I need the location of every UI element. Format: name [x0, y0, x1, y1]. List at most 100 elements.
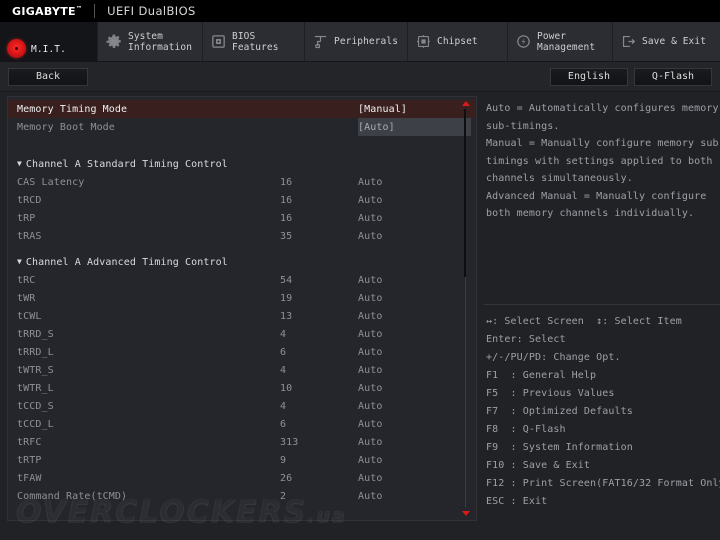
settings-row-option[interactable]: Auto: [358, 419, 382, 430]
settings-row-current-value: 16: [280, 212, 293, 224]
tab-system-information[interactable]: System Information: [98, 22, 203, 61]
chevron-down-icon: ▼: [17, 158, 22, 168]
settings-group-header[interactable]: ▼ Channel A Advanced Timing Control: [8, 253, 476, 271]
key-legend-line: F12 : Print Screen(FAT16/32 Format Only): [486, 478, 720, 489]
settings-row-option[interactable]: Auto: [358, 195, 382, 206]
settings-row-option[interactable]: Auto: [358, 473, 382, 484]
tab-save-and-exit[interactable]: Save & Exit: [613, 22, 720, 61]
settings-row[interactable]: CAS Latency 16 Auto: [8, 173, 476, 191]
settings-row-option[interactable]: Auto: [358, 231, 382, 242]
key-legend: ↔: Select Screen ↕: Select Item Enter: Se…: [484, 305, 720, 511]
settings-row[interactable]: tRRD_L 6 Auto: [8, 343, 476, 361]
settings-row[interactable]: tWTR_S 4 Auto: [8, 361, 476, 379]
settings-row-label: CAS Latency: [17, 176, 85, 188]
key-legend-line: +/-/PU/PD: Change Opt.: [486, 352, 621, 363]
scroll-down-arrow-icon[interactable]: [462, 511, 470, 516]
tab-peripherals[interactable]: Peripherals: [305, 22, 408, 61]
settings-row-label: tRCD: [17, 194, 42, 206]
settings-row-current-value: 2: [280, 490, 287, 502]
settings-row-option[interactable]: Auto: [358, 213, 382, 224]
settings-row[interactable]: Memory Timing Mode [Manual]: [8, 100, 476, 118]
settings-row[interactable]: tWTR_L 10 Auto: [8, 379, 476, 397]
settings-row[interactable]: Command Rate(tCMD) 2 Auto: [8, 487, 476, 505]
settings-row[interactable]: tRC 54 Auto: [8, 271, 476, 289]
lightning-icon: [517, 35, 530, 48]
scroll-up-arrow-icon[interactable]: [462, 101, 470, 106]
settings-row-label: Memory Boot Mode: [17, 121, 115, 133]
language-button[interactable]: English: [550, 67, 628, 86]
settings-row[interactable]: tRAS 35 Auto: [8, 227, 476, 245]
settings-row-label: tCCD_L: [17, 418, 54, 430]
settings-row-label: tWR: [17, 292, 36, 304]
settings-row[interactable]: tFAW 26 Auto: [8, 469, 476, 487]
tab-system-information-label: System Information: [128, 30, 193, 53]
brand-subtitle: UEFI DualBIOS: [107, 4, 196, 18]
tab-chipset[interactable]: Chipset: [408, 22, 508, 61]
settings-row-current-value: 13: [280, 310, 293, 322]
main-tab-bar: M.I.T. System Information BIOS Features: [0, 22, 720, 62]
settings-row-current-value: 4: [280, 328, 287, 340]
settings-row[interactable]: tRFC 313 Auto: [8, 433, 476, 451]
settings-row-label: tRAS: [17, 230, 42, 242]
tab-bios-features[interactable]: BIOS Features: [203, 22, 305, 61]
subbar-right-group: English Q-Flash: [550, 67, 712, 86]
back-button[interactable]: Back: [8, 67, 88, 86]
settings-row[interactable]: tCCD_L 6 Auto: [8, 415, 476, 433]
settings-row-current-value: 4: [280, 400, 287, 412]
settings-row-option[interactable]: Auto: [358, 491, 382, 502]
settings-row-option[interactable]: Auto: [358, 437, 382, 448]
settings-row-label: tRTP: [17, 454, 42, 466]
settings-row-option[interactable]: Auto: [358, 401, 382, 412]
tab-power-management[interactable]: Power Management: [508, 22, 613, 61]
red-dot-icon: [7, 39, 26, 58]
settings-row-option[interactable]: Auto: [358, 177, 382, 188]
settings-row-current-value: 19: [280, 292, 293, 304]
gigabyte-logo: GIGABYTE™: [0, 5, 82, 18]
scrollbar-thumb[interactable]: [464, 109, 466, 277]
settings-row[interactable]: Memory Boot Mode [Auto]: [8, 118, 476, 136]
settings-row-option[interactable]: Auto: [358, 455, 382, 466]
settings-row-option[interactable]: [Auto]: [358, 122, 395, 133]
settings-row-current-value: 4: [280, 364, 287, 376]
settings-row[interactable]: tRP 16 Auto: [8, 209, 476, 227]
settings-group-header[interactable]: ▼ Channel A Standard Timing Control: [8, 155, 476, 173]
settings-row[interactable]: tRTP 9 Auto: [8, 451, 476, 469]
settings-row-current-value: 313: [280, 436, 299, 448]
settings-row-option[interactable]: Auto: [358, 293, 382, 304]
key-legend-line: F1 : General Help: [486, 370, 597, 381]
bios-screen: GIGABYTE™ UEFI DualBIOS M.I.T. System In…: [0, 0, 720, 540]
settings-row-option[interactable]: Auto: [358, 365, 382, 376]
chip-icon: [212, 35, 225, 48]
settings-row[interactable]: tRRD_S 4 Auto: [8, 325, 476, 343]
tab-peripherals-label: Peripherals: [334, 36, 399, 47]
tab-save-and-exit-label: Save & Exit: [642, 36, 707, 47]
qflash-button[interactable]: Q-Flash: [634, 67, 712, 86]
help-line: both memory channels individually.: [486, 208, 695, 219]
settings-row-label: tRFC: [17, 436, 42, 448]
settings-row[interactable]: tRCD 16 Auto: [8, 191, 476, 209]
plug-icon: [314, 35, 327, 49]
tab-mit[interactable]: M.I.T.: [0, 22, 98, 61]
settings-row-label: tRRD_L: [17, 346, 54, 358]
help-line: Advanced Manual = Manually configure: [486, 190, 707, 202]
brand-bar: GIGABYTE™ UEFI DualBIOS: [0, 0, 720, 22]
settings-row-option[interactable]: Auto: [358, 311, 382, 322]
help-line: Manual = Manually configure memory sub: [486, 138, 719, 149]
sub-toolbar: Back English Q-Flash: [0, 62, 720, 92]
body-area: Memory Timing Mode [Manual] Memory Boot Mo…: [0, 92, 720, 540]
settings-row-option[interactable]: [Manual]: [358, 104, 407, 115]
settings-row[interactable]: tCWL 13 Auto: [8, 307, 476, 325]
settings-row-option[interactable]: Auto: [358, 275, 382, 286]
settings-row-option[interactable]: Auto: [358, 329, 382, 340]
settings-row-current-value: 6: [280, 346, 287, 358]
help-line: sub-timings.: [486, 120, 560, 132]
settings-row-option[interactable]: Auto: [358, 383, 382, 394]
settings-scrollbar[interactable]: [461, 99, 470, 518]
settings-row-label: tRC: [17, 274, 36, 286]
settings-row[interactable]: tWR 19 Auto: [8, 289, 476, 307]
settings-row-option[interactable]: Auto: [358, 347, 382, 358]
tab-power-management-label: Power Management: [537, 30, 596, 53]
gear-icon: [106, 34, 121, 48]
settings-row[interactable]: tCCD_S 4 Auto: [8, 397, 476, 415]
